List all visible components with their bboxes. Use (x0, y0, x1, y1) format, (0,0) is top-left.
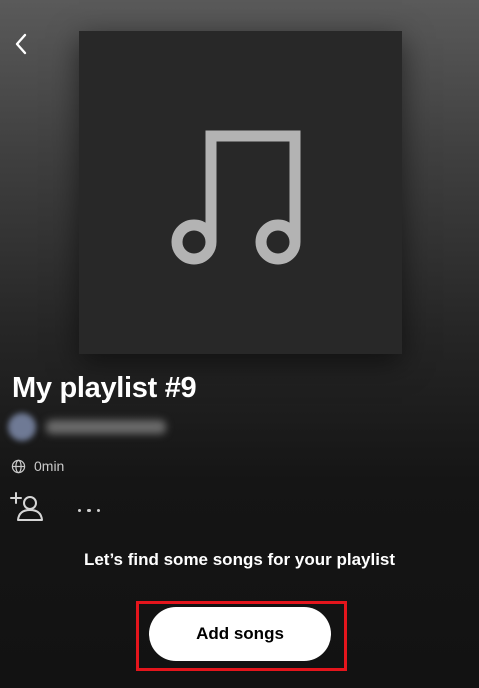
playlist-screen: My playlist #9 0min Let’s find some song… (0, 0, 479, 688)
back-button[interactable] (6, 26, 36, 62)
avatar (8, 413, 36, 441)
empty-playlist-message: Let’s find some songs for your playlist (83, 550, 396, 569)
owner-info[interactable] (8, 410, 188, 444)
playlist-title: My playlist #9 (12, 372, 197, 404)
chevron-left-icon (15, 33, 27, 55)
add-user-icon (10, 492, 43, 521)
owner-name-blurred (46, 420, 166, 434)
more-dots-icon (75, 499, 104, 517)
playlist-cover (79, 31, 402, 354)
playlist-duration: 0min (34, 458, 65, 474)
more-options-button[interactable] (72, 494, 106, 522)
playlist-meta: 0min (11, 456, 64, 476)
add-collaborator-button[interactable] (8, 490, 46, 524)
globe-icon (11, 459, 26, 473)
music-note-icon (171, 130, 300, 264)
add-songs-button[interactable]: Add songs (149, 607, 331, 661)
